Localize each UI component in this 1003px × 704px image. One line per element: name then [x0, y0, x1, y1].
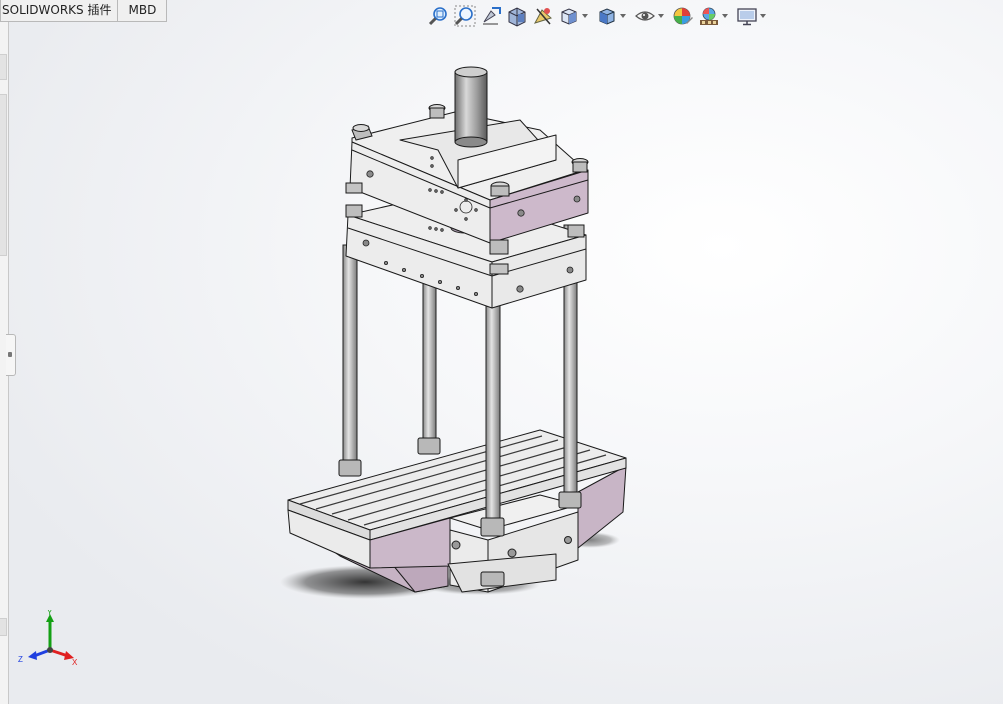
axis-x-label: X — [72, 658, 78, 666]
display-style-icon[interactable] — [596, 5, 618, 27]
view-settings-dropdown[interactable] — [759, 5, 768, 27]
previous-view-icon[interactable] — [480, 5, 502, 27]
hide-show-items-icon[interactable] — [634, 5, 656, 27]
hydraulic-cylinder — [454, 66, 488, 148]
panel-strip — [0, 618, 7, 636]
zoom-to-area-icon[interactable] — [454, 5, 476, 27]
reference-triad: Y X Z — [14, 608, 80, 671]
press-model[interactable] — [280, 66, 627, 599]
panel-scrollbar[interactable] — [0, 94, 7, 256]
edit-appearance-icon[interactable] — [672, 5, 694, 27]
view-settings-icon[interactable] — [736, 5, 758, 27]
view-orientation-icon[interactable] — [558, 5, 580, 27]
axis-z-label: Z — [18, 655, 23, 664]
display-style-dropdown[interactable] — [619, 5, 628, 27]
panel-strip — [0, 54, 7, 80]
hide-show-items-dropdown[interactable] — [657, 5, 666, 27]
heads-up-view-toolbar — [428, 4, 774, 28]
panel-collapse-handle[interactable] — [6, 334, 16, 376]
apply-scene-icon[interactable] — [698, 5, 720, 27]
view-orientation-dropdown[interactable] — [581, 5, 590, 27]
zoom-to-fit-icon[interactable] — [428, 5, 450, 27]
tab-solidworks-addins[interactable]: SOLIDWORKS 插件 — [0, 0, 119, 22]
apply-scene-dropdown[interactable] — [721, 5, 730, 27]
tab-mbd[interactable]: MBD — [117, 0, 168, 22]
command-manager-tabs: SOLIDWORKS 插件 MBD — [0, 0, 168, 22]
collapse-arrow-icon — [8, 352, 12, 357]
graphics-area[interactable] — [0, 0, 1003, 704]
dynamic-annotation-view-icon[interactable] — [532, 5, 554, 27]
section-view-icon[interactable] — [506, 5, 528, 27]
axis-y-label: Y — [47, 610, 53, 617]
